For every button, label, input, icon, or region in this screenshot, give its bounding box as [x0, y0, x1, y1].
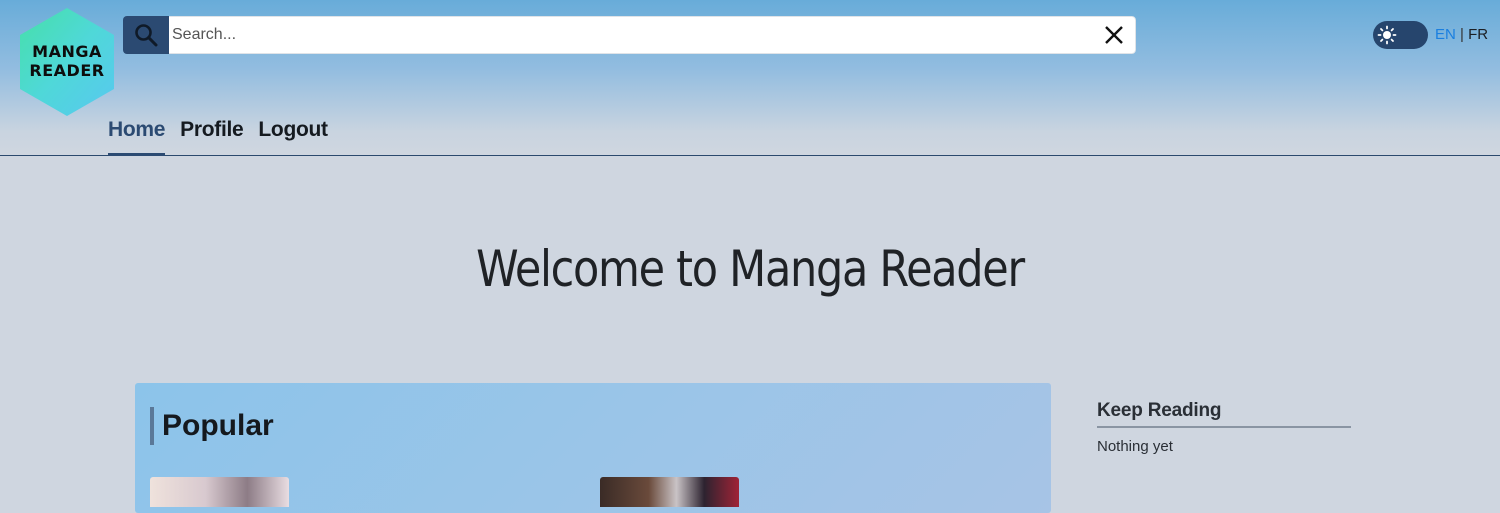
- search-button[interactable]: [123, 16, 169, 54]
- app-header: MANGA READER Search... EN | FR Home Prof…: [0, 0, 1500, 156]
- keep-reading-panel: Keep Reading Nothing yet: [1097, 400, 1351, 455]
- close-icon: [1105, 26, 1123, 44]
- language-en-link[interactable]: EN: [1435, 26, 1456, 43]
- popular-heading: Popular: [150, 407, 274, 445]
- logo[interactable]: MANGA READER: [20, 8, 114, 116]
- logo-text-line1: MANGA: [32, 42, 102, 61]
- search-input[interactable]: [169, 16, 1136, 54]
- language-separator: |: [1455, 26, 1469, 43]
- manga-cover-thumbnail[interactable]: [150, 477, 289, 507]
- nav-home-link[interactable]: Home: [108, 118, 165, 156]
- search-bar: [123, 16, 1136, 54]
- logo-text: MANGA READER: [20, 42, 114, 80]
- sun-icon: [1377, 25, 1397, 45]
- search-icon: [135, 24, 158, 47]
- popular-section: Popular: [135, 383, 1051, 513]
- logo-text-line2: READER: [29, 61, 105, 80]
- manga-cover-thumbnail[interactable]: [600, 477, 739, 507]
- page-title: Welcome to Manga Reader: [476, 240, 1025, 298]
- theme-toggle-knob: [1377, 25, 1397, 45]
- keep-reading-heading: Keep Reading: [1097, 400, 1351, 428]
- nav-logout-link[interactable]: Logout: [258, 118, 328, 156]
- main-nav: Home Profile Logout: [108, 118, 343, 156]
- keep-reading-empty-text: Nothing yet: [1097, 438, 1173, 455]
- clear-search-button[interactable]: [1102, 23, 1126, 47]
- language-fr-link[interactable]: FR: [1468, 26, 1488, 43]
- theme-toggle[interactable]: [1373, 21, 1428, 49]
- language-switcher: EN | FR: [1435, 26, 1488, 43]
- nav-profile-link[interactable]: Profile: [180, 118, 244, 156]
